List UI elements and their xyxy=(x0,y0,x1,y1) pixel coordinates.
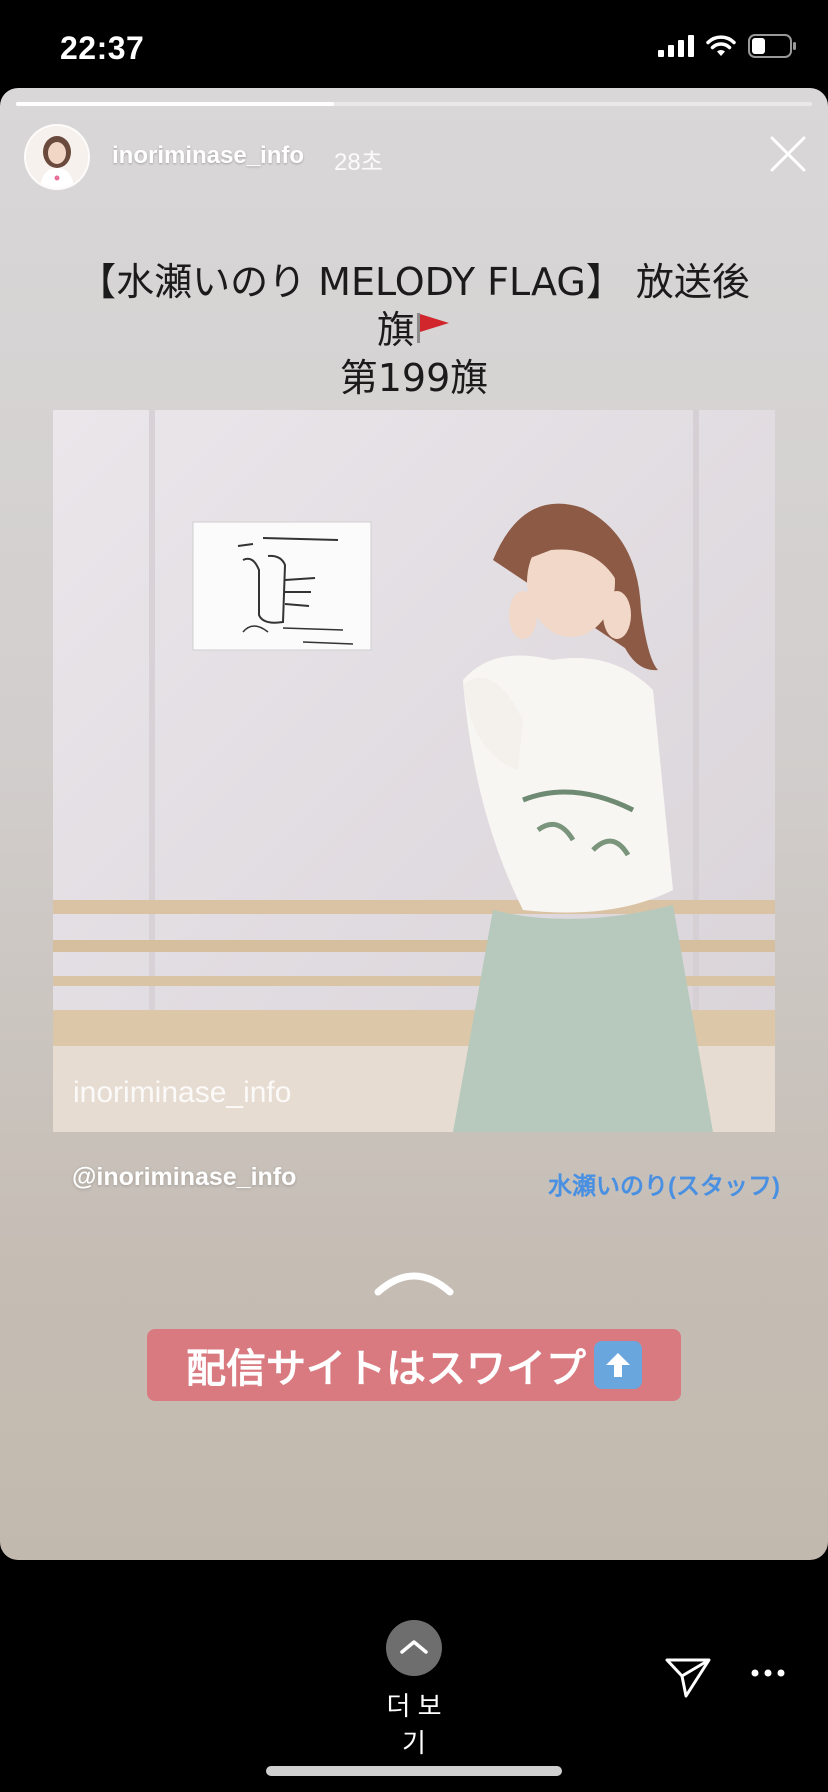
photo-watermark: inoriminase_info xyxy=(73,1076,292,1109)
up-arrow-emoji-icon xyxy=(594,1341,642,1389)
story-title-line2: 第199旗 xyxy=(339,356,489,400)
close-icon[interactable] xyxy=(768,134,808,174)
status-icons xyxy=(658,34,798,58)
staff-link[interactable]: 水瀬いのり(スタッフ) xyxy=(548,1166,780,1201)
story-username[interactable]: inoriminase_info xyxy=(112,142,304,170)
chevron-up-small-icon xyxy=(400,1640,428,1654)
status-time: 22:37 xyxy=(60,30,145,66)
wifi-icon xyxy=(706,35,736,56)
story-photo: inoriminase_info xyxy=(53,410,775,1132)
photo-illustration xyxy=(53,410,775,1132)
swipe-up-text: 配信サイトはスワイプ xyxy=(186,1347,586,1391)
swipe-up-banner[interactable]: 配信サイトはスワイプ xyxy=(147,1329,681,1401)
see-more-label[interactable]: 더 보기 xyxy=(378,1686,450,1760)
avatar-photo xyxy=(26,126,88,188)
send-icon[interactable] xyxy=(664,1656,712,1700)
story-progress-fill xyxy=(16,102,335,106)
story-title: 【水瀬いのり MELODY FLAG】 放送後旗 第199旗 xyxy=(60,258,768,402)
chevron-up-icon[interactable] xyxy=(372,1258,456,1298)
mention-sticker[interactable]: @inoriminase_info xyxy=(72,1163,296,1192)
see-more-button[interactable] xyxy=(386,1620,442,1676)
story-timestamp: 28초 xyxy=(334,149,383,176)
story-progress-bar xyxy=(16,102,812,106)
signal-icon xyxy=(658,35,694,57)
story-view[interactable]: inoriminase_info 28초 【水瀬いのり MELODY FLAG】… xyxy=(0,88,828,1560)
status-bar: 22:37 xyxy=(0,0,828,88)
more-options-icon[interactable] xyxy=(750,1668,786,1678)
avatar[interactable] xyxy=(24,124,90,190)
battery-icon xyxy=(748,34,796,58)
story-title-line1: 【水瀬いのり MELODY FLAG】 放送後旗 xyxy=(78,260,750,352)
bottom-bar: 더 보기 xyxy=(0,1560,828,1792)
flag-icon xyxy=(417,313,449,343)
home-indicator xyxy=(266,1766,562,1776)
